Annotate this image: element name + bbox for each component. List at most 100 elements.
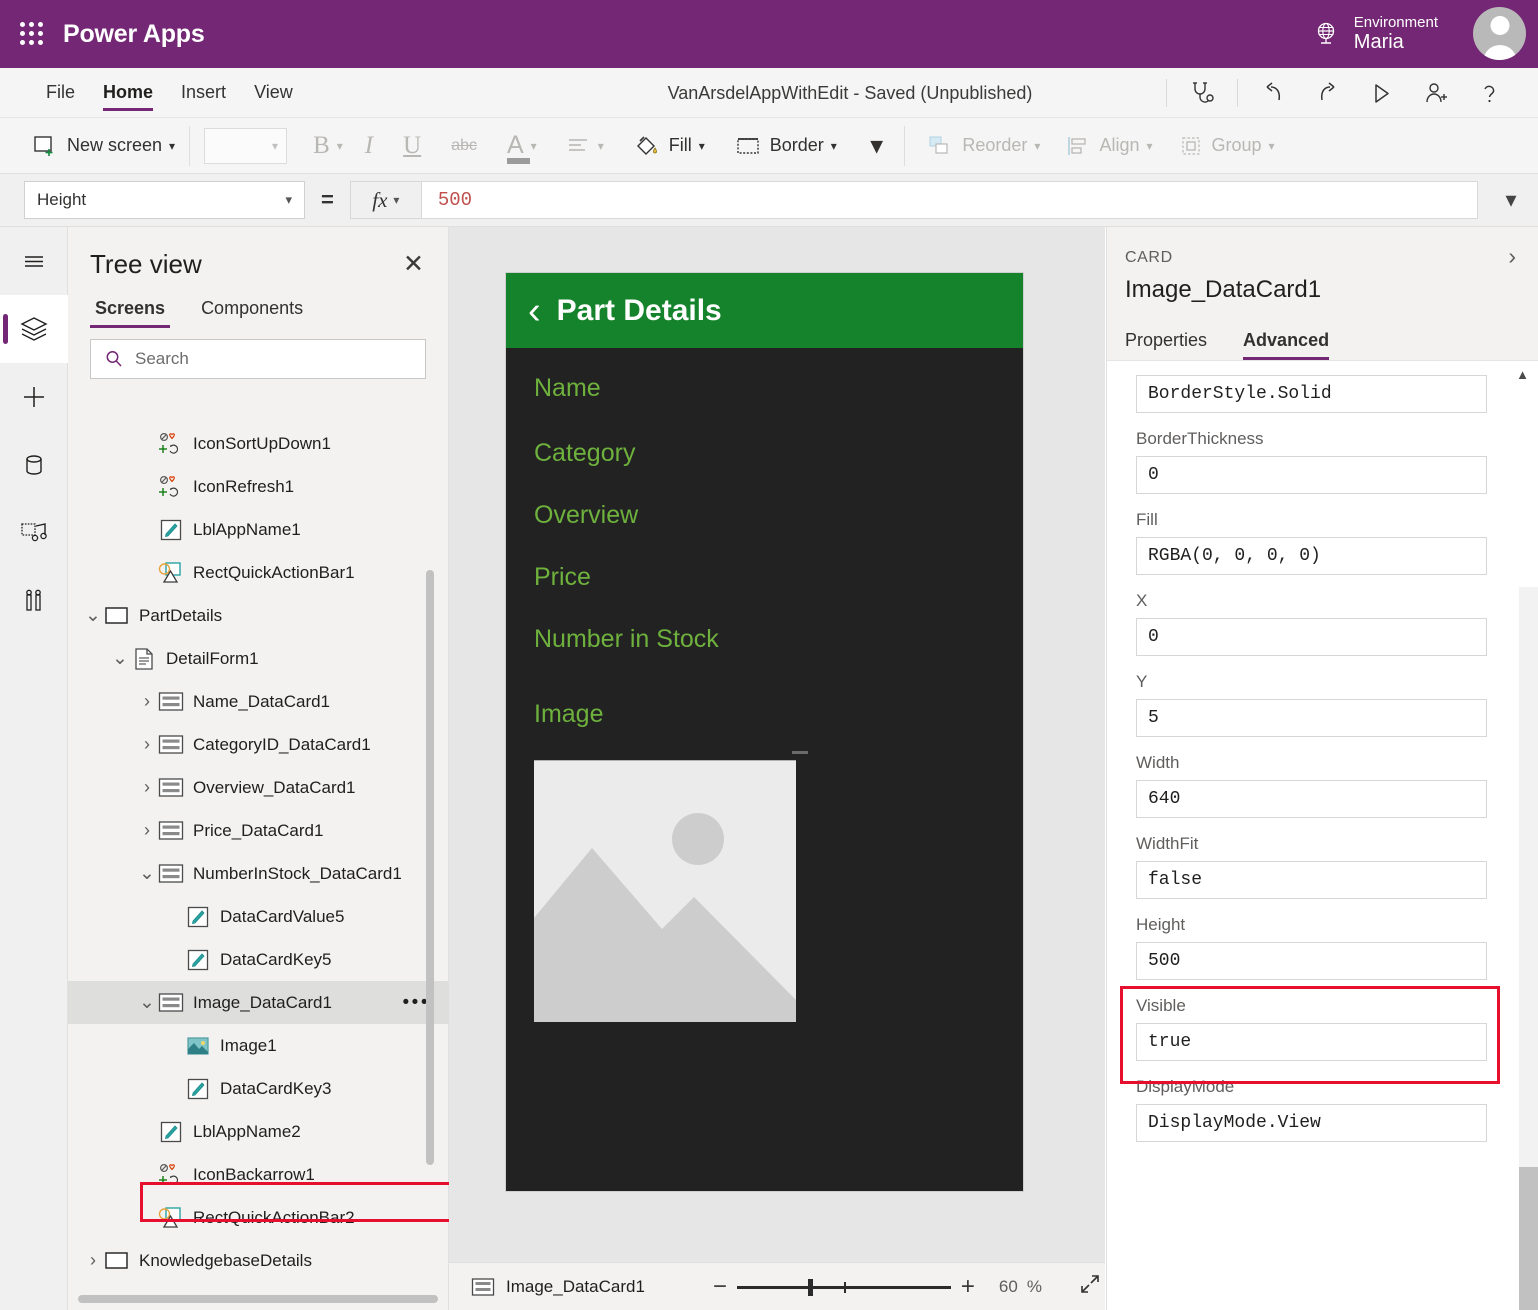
font-color-swatch: [506, 157, 530, 164]
align-button[interactable]: Align ▾: [1066, 118, 1153, 174]
property-value-input[interactable]: BorderStyle.Solid: [1136, 375, 1487, 413]
tree-node-image_datacard1[interactable]: ⌄ Image_DataCard1 •••: [68, 981, 449, 1024]
tree-node-rectquickactionbar1[interactable]: RectQuickActionBar1•••: [68, 551, 449, 594]
resize-handle[interactable]: [792, 751, 808, 754]
formula-expand-button[interactable]: ▾: [1484, 187, 1538, 213]
back-chevron-icon[interactable]: ‹: [528, 292, 541, 330]
redo-button[interactable]: [1300, 68, 1354, 118]
fit-to-screen-button[interactable]: [1078, 1272, 1102, 1301]
zoom-out-button[interactable]: −: [703, 1274, 737, 1299]
zoom-slider-thumb[interactable]: [807, 1278, 813, 1296]
environment-selector[interactable]: Environment Maria: [1312, 0, 1438, 68]
tab-screens[interactable]: Screens: [90, 298, 171, 328]
tree-node-partdetails[interactable]: ⌄PartDetails•••: [68, 594, 449, 637]
property-value-input[interactable]: RGBA(0, 0, 0, 0): [1136, 537, 1487, 575]
tree-node-image1[interactable]: Image1•••: [68, 1024, 449, 1067]
tree-view-horizontal-scrollbar[interactable]: [78, 1295, 438, 1303]
tree-node-knowledgebasedetails[interactable]: ›KnowledgebaseDetails•••: [68, 1239, 449, 1275]
property-value-input[interactable]: 500: [1136, 942, 1487, 980]
italic-button[interactable]: I: [365, 118, 373, 174]
tree-node-numberinstock_datacard1[interactable]: ⌄NumberInStock_DataCard1•••: [68, 852, 449, 895]
menu-item-file[interactable]: File: [32, 68, 89, 118]
tree-node-datacardkey5[interactable]: DataCardKey5•••: [68, 938, 449, 981]
formula-input[interactable]: 500: [420, 181, 1478, 219]
menu-item-home[interactable]: Home: [89, 68, 167, 118]
menu-item-view[interactable]: View: [240, 68, 307, 118]
property-value-input[interactable]: 0: [1136, 456, 1487, 494]
properties-scrollbar-track[interactable]: [1519, 587, 1538, 1310]
tab-components[interactable]: Components: [196, 298, 308, 328]
sidebar-item-data[interactable]: [0, 431, 68, 499]
app-screen-preview[interactable]: ‹ Part Details Name Category Overview Pr…: [505, 272, 1024, 1192]
tab-properties[interactable]: Properties: [1125, 330, 1207, 360]
chevron-down-icon[interactable]: ⌄: [136, 862, 158, 885]
tree-node-datacardvalue5[interactable]: DataCardValue5•••: [68, 895, 449, 938]
tree-node-lblappname2[interactable]: LblAppName2•••: [68, 1110, 449, 1153]
tab-advanced[interactable]: Advanced: [1243, 330, 1330, 360]
chevron-right-icon[interactable]: ›: [1508, 245, 1516, 268]
avatar[interactable]: [1473, 7, 1526, 60]
zoom-slider[interactable]: [736, 1277, 951, 1297]
menu-item-insert[interactable]: Insert: [167, 68, 240, 118]
border-button[interactable]: Border ▾: [735, 118, 837, 174]
tree-node-detailform1[interactable]: ⌄DetailForm1•••: [68, 637, 449, 680]
tree-node-iconrefresh1[interactable]: IconRefresh1•••: [68, 465, 449, 508]
font-family-select[interactable]: ▾: [204, 127, 288, 164]
tree-node-overview_datacard1[interactable]: ›Overview_DataCard1•••: [68, 766, 449, 809]
chevron-right-icon[interactable]: ›: [136, 777, 158, 798]
sidebar-item-media[interactable]: [0, 499, 68, 567]
zoom-in-button[interactable]: +: [951, 1274, 985, 1299]
property-value-input[interactable]: false: [1136, 861, 1487, 899]
tree-node-name_datacard1[interactable]: ›Name_DataCard1•••: [68, 680, 449, 723]
property-value-input[interactable]: 0: [1136, 618, 1487, 656]
properties-scrollbar-thumb[interactable]: [1519, 1167, 1538, 1310]
close-icon[interactable]: ✕: [403, 252, 424, 277]
new-screen-button[interactable]: New screen ▾: [32, 118, 175, 174]
fx-button[interactable]: fx ▾: [349, 181, 421, 219]
group-button[interactable]: Group ▾: [1179, 118, 1275, 174]
property-value-input[interactable]: 5: [1136, 699, 1487, 737]
property-select[interactable]: Height ▾: [24, 181, 305, 219]
more-options-button[interactable]: ▾: [871, 118, 883, 174]
underline-button[interactable]: U: [403, 118, 421, 174]
property-value-input[interactable]: 640: [1136, 780, 1487, 818]
chevron-right-icon[interactable]: ›: [136, 734, 158, 755]
tree-node-iconsortupdown1[interactable]: IconSortUpDown1•••: [68, 422, 449, 465]
chevron-down-icon: ▾: [698, 138, 705, 153]
fill-button[interactable]: Fill ▾: [634, 118, 705, 174]
sidebar-item-tree-view[interactable]: [0, 295, 68, 363]
font-color-button[interactable]: A ▾: [506, 118, 537, 174]
property-value-input[interactable]: true: [1136, 1023, 1487, 1061]
chevron-right-icon[interactable]: ›: [82, 1250, 104, 1271]
sidebar-item-advanced[interactable]: [0, 567, 68, 635]
canvas-area[interactable]: ‹ Part Details Name Category Overview Pr…: [449, 227, 1105, 1262]
tree-node-datacardkey3[interactable]: DataCardKey3•••: [68, 1067, 449, 1110]
tree-node-categoryid_datacard1[interactable]: ›CategoryID_DataCard1•••: [68, 723, 449, 766]
sidebar-item-insert[interactable]: [0, 363, 68, 431]
share-button[interactable]: [1408, 68, 1462, 118]
chevron-down-icon[interactable]: ⌄: [82, 604, 104, 627]
hamburger-menu-button[interactable]: [0, 227, 68, 295]
waffle-grid-icon[interactable]: [17, 19, 47, 49]
tree-node-lblappname1[interactable]: LblAppName1•••: [68, 508, 449, 551]
reorder-button[interactable]: Reorder ▾: [927, 118, 1040, 174]
chevron-down-icon[interactable]: ⌄: [136, 991, 158, 1014]
help-button[interactable]: [1462, 68, 1516, 118]
chevron-right-icon[interactable]: ›: [136, 820, 158, 841]
bold-button[interactable]: B ▾: [313, 118, 343, 174]
tree-node-iconbackarrow1[interactable]: IconBackarrow1•••: [68, 1153, 449, 1196]
text-align-button[interactable]: ▾: [567, 118, 604, 174]
preview-button[interactable]: [1354, 68, 1408, 118]
app-checker-button[interactable]: [1175, 68, 1229, 118]
tree-node-price_datacard1[interactable]: ›Price_DataCard1•••: [68, 809, 449, 852]
property-value-input[interactable]: DisplayMode.View: [1136, 1104, 1487, 1142]
image-placeholder[interactable]: [534, 760, 796, 1022]
tree-view-scrollbar[interactable]: [426, 570, 434, 1165]
chevron-right-icon[interactable]: ›: [136, 691, 158, 712]
tree-node-rectquickactionbar2[interactable]: RectQuickActionBar2•••: [68, 1196, 449, 1239]
scroll-up-arrow-icon[interactable]: ▲: [1516, 367, 1529, 382]
search-input[interactable]: Search: [90, 339, 426, 379]
chevron-down-icon[interactable]: ⌄: [109, 647, 131, 670]
undo-button[interactable]: [1246, 68, 1300, 118]
strikethrough-button[interactable]: abc: [451, 118, 477, 174]
